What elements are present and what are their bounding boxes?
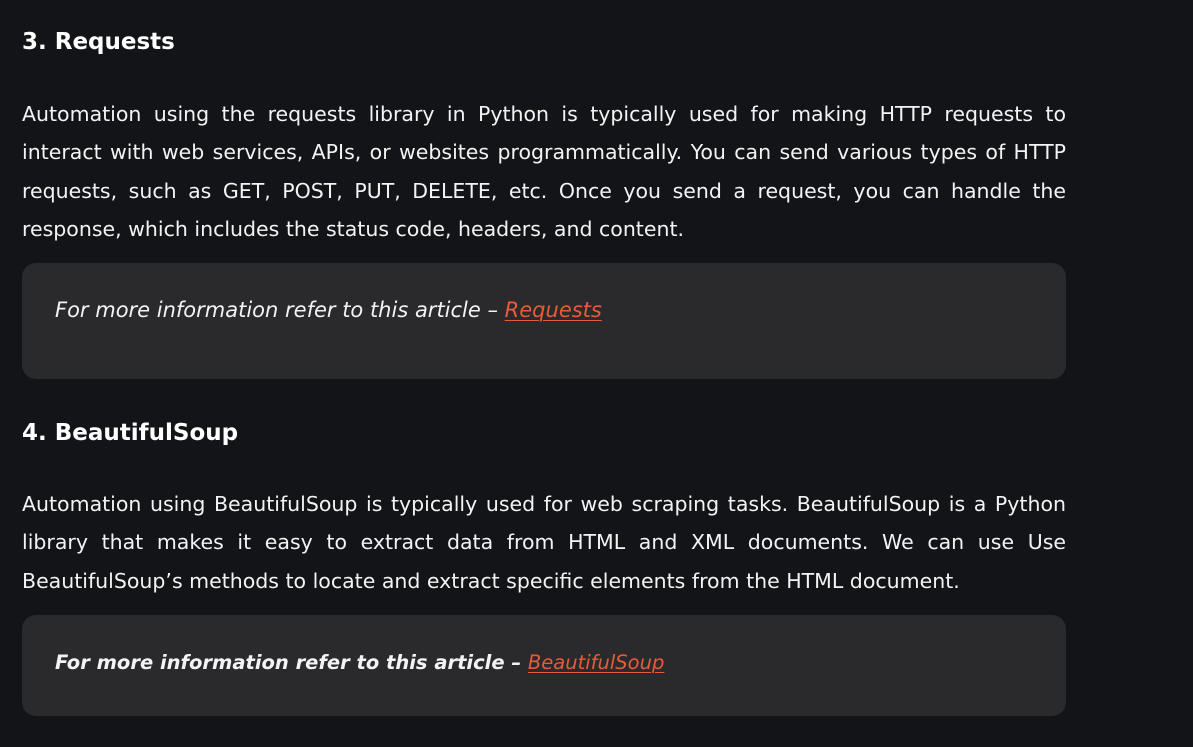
callout-line: For more information refer to this artic… <box>55 298 602 322</box>
section-paragraph-requests: Automation using the requests library in… <box>22 102 1066 241</box>
section-heading-requests: 3. Requests <box>22 29 175 55</box>
section-paragraph-beautifulsoup: Automation using BeautifulSoup is typica… <box>22 492 1066 593</box>
callout-line: For more information refer to this artic… <box>55 651 664 674</box>
beautifulsoup-article-link[interactable]: BeautifulSoup <box>528 651 664 674</box>
info-callout-requests: For more information refer to this artic… <box>22 263 1066 379</box>
requests-article-link[interactable]: Requests <box>505 298 602 322</box>
info-callout-beautifulsoup: For more information refer to this artic… <box>22 615 1066 716</box>
article-content: 3. Requests Automation using the request… <box>0 0 1193 747</box>
section-heading-beautifulsoup: 4. BeautifulSoup <box>22 420 239 446</box>
callout-prefix: For more information refer to this artic… <box>55 298 505 322</box>
callout-prefix: For more information refer to this artic… <box>55 651 528 674</box>
